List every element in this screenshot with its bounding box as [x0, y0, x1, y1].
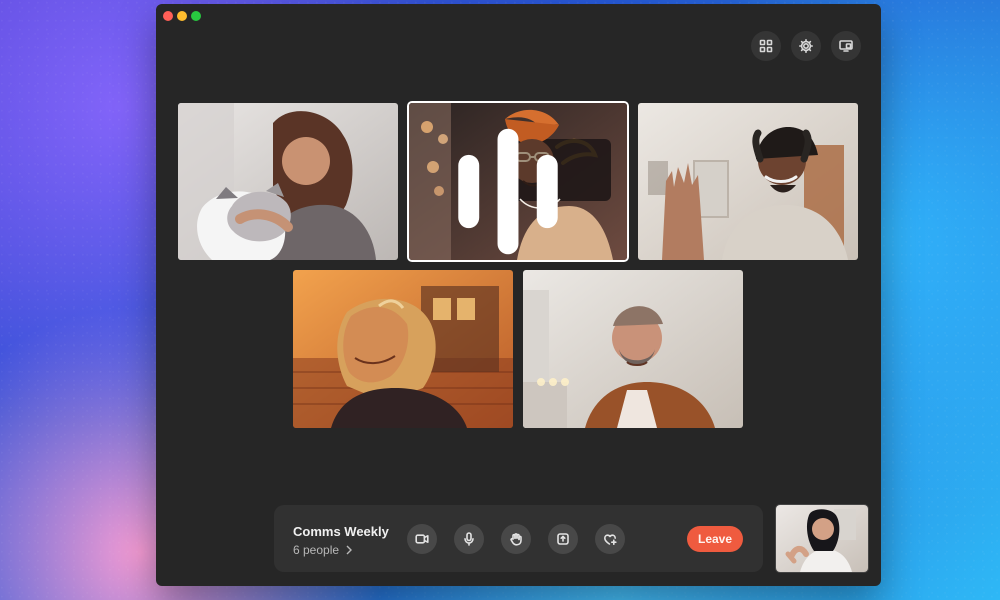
participant-video-3 — [638, 103, 858, 260]
participant-video-4 — [293, 270, 513, 428]
raise-hand-button[interactable] — [501, 524, 531, 554]
reaction-button[interactable] — [595, 524, 625, 554]
participant-tile-3[interactable] — [638, 103, 858, 260]
camera-icon — [415, 534, 429, 544]
close-window-button[interactable] — [163, 11, 173, 21]
layout-button[interactable] — [751, 31, 781, 61]
chevron-right-icon — [346, 545, 353, 555]
participant-video-5 — [523, 270, 743, 428]
participant-tile-2[interactable] — [409, 103, 627, 260]
participant-tile-1[interactable] — [178, 103, 398, 260]
gear-icon — [799, 39, 813, 53]
self-view-video — [776, 505, 868, 572]
share-button[interactable] — [548, 524, 578, 554]
screen-share-icon — [839, 40, 853, 52]
leave-button[interactable]: Leave — [687, 526, 743, 552]
top-toolbar — [751, 31, 861, 61]
zoom-window-button[interactable] — [191, 11, 201, 21]
minimize-window-button[interactable] — [177, 11, 187, 21]
settings-button[interactable] — [791, 31, 821, 61]
participant-tile-5[interactable] — [523, 270, 743, 428]
microphone-icon — [464, 532, 474, 546]
participants-link[interactable]: 6 people — [293, 543, 353, 557]
participant-video-1 — [178, 103, 398, 260]
meeting-control-bar: Comms Weekly 6 people Leave — [274, 505, 763, 572]
camera-button[interactable] — [407, 524, 437, 554]
screen-button[interactable] — [831, 31, 861, 61]
window-controls — [163, 11, 201, 21]
speaking-indicator-icon — [458, 128, 558, 255]
microphone-button[interactable] — [454, 524, 484, 554]
hand-icon — [510, 533, 522, 546]
meeting-title: Comms Weekly — [293, 524, 389, 539]
participants-count: 6 people — [293, 543, 340, 557]
video-call-window: Comms Weekly 6 people Leave — [156, 4, 881, 586]
call-controls — [407, 524, 625, 554]
grid-icon — [759, 39, 773, 53]
heart-plus-icon — [604, 534, 617, 545]
participant-tile-4[interactable] — [293, 270, 513, 428]
self-view-preview[interactable] — [776, 505, 868, 572]
share-icon — [557, 533, 569, 545]
